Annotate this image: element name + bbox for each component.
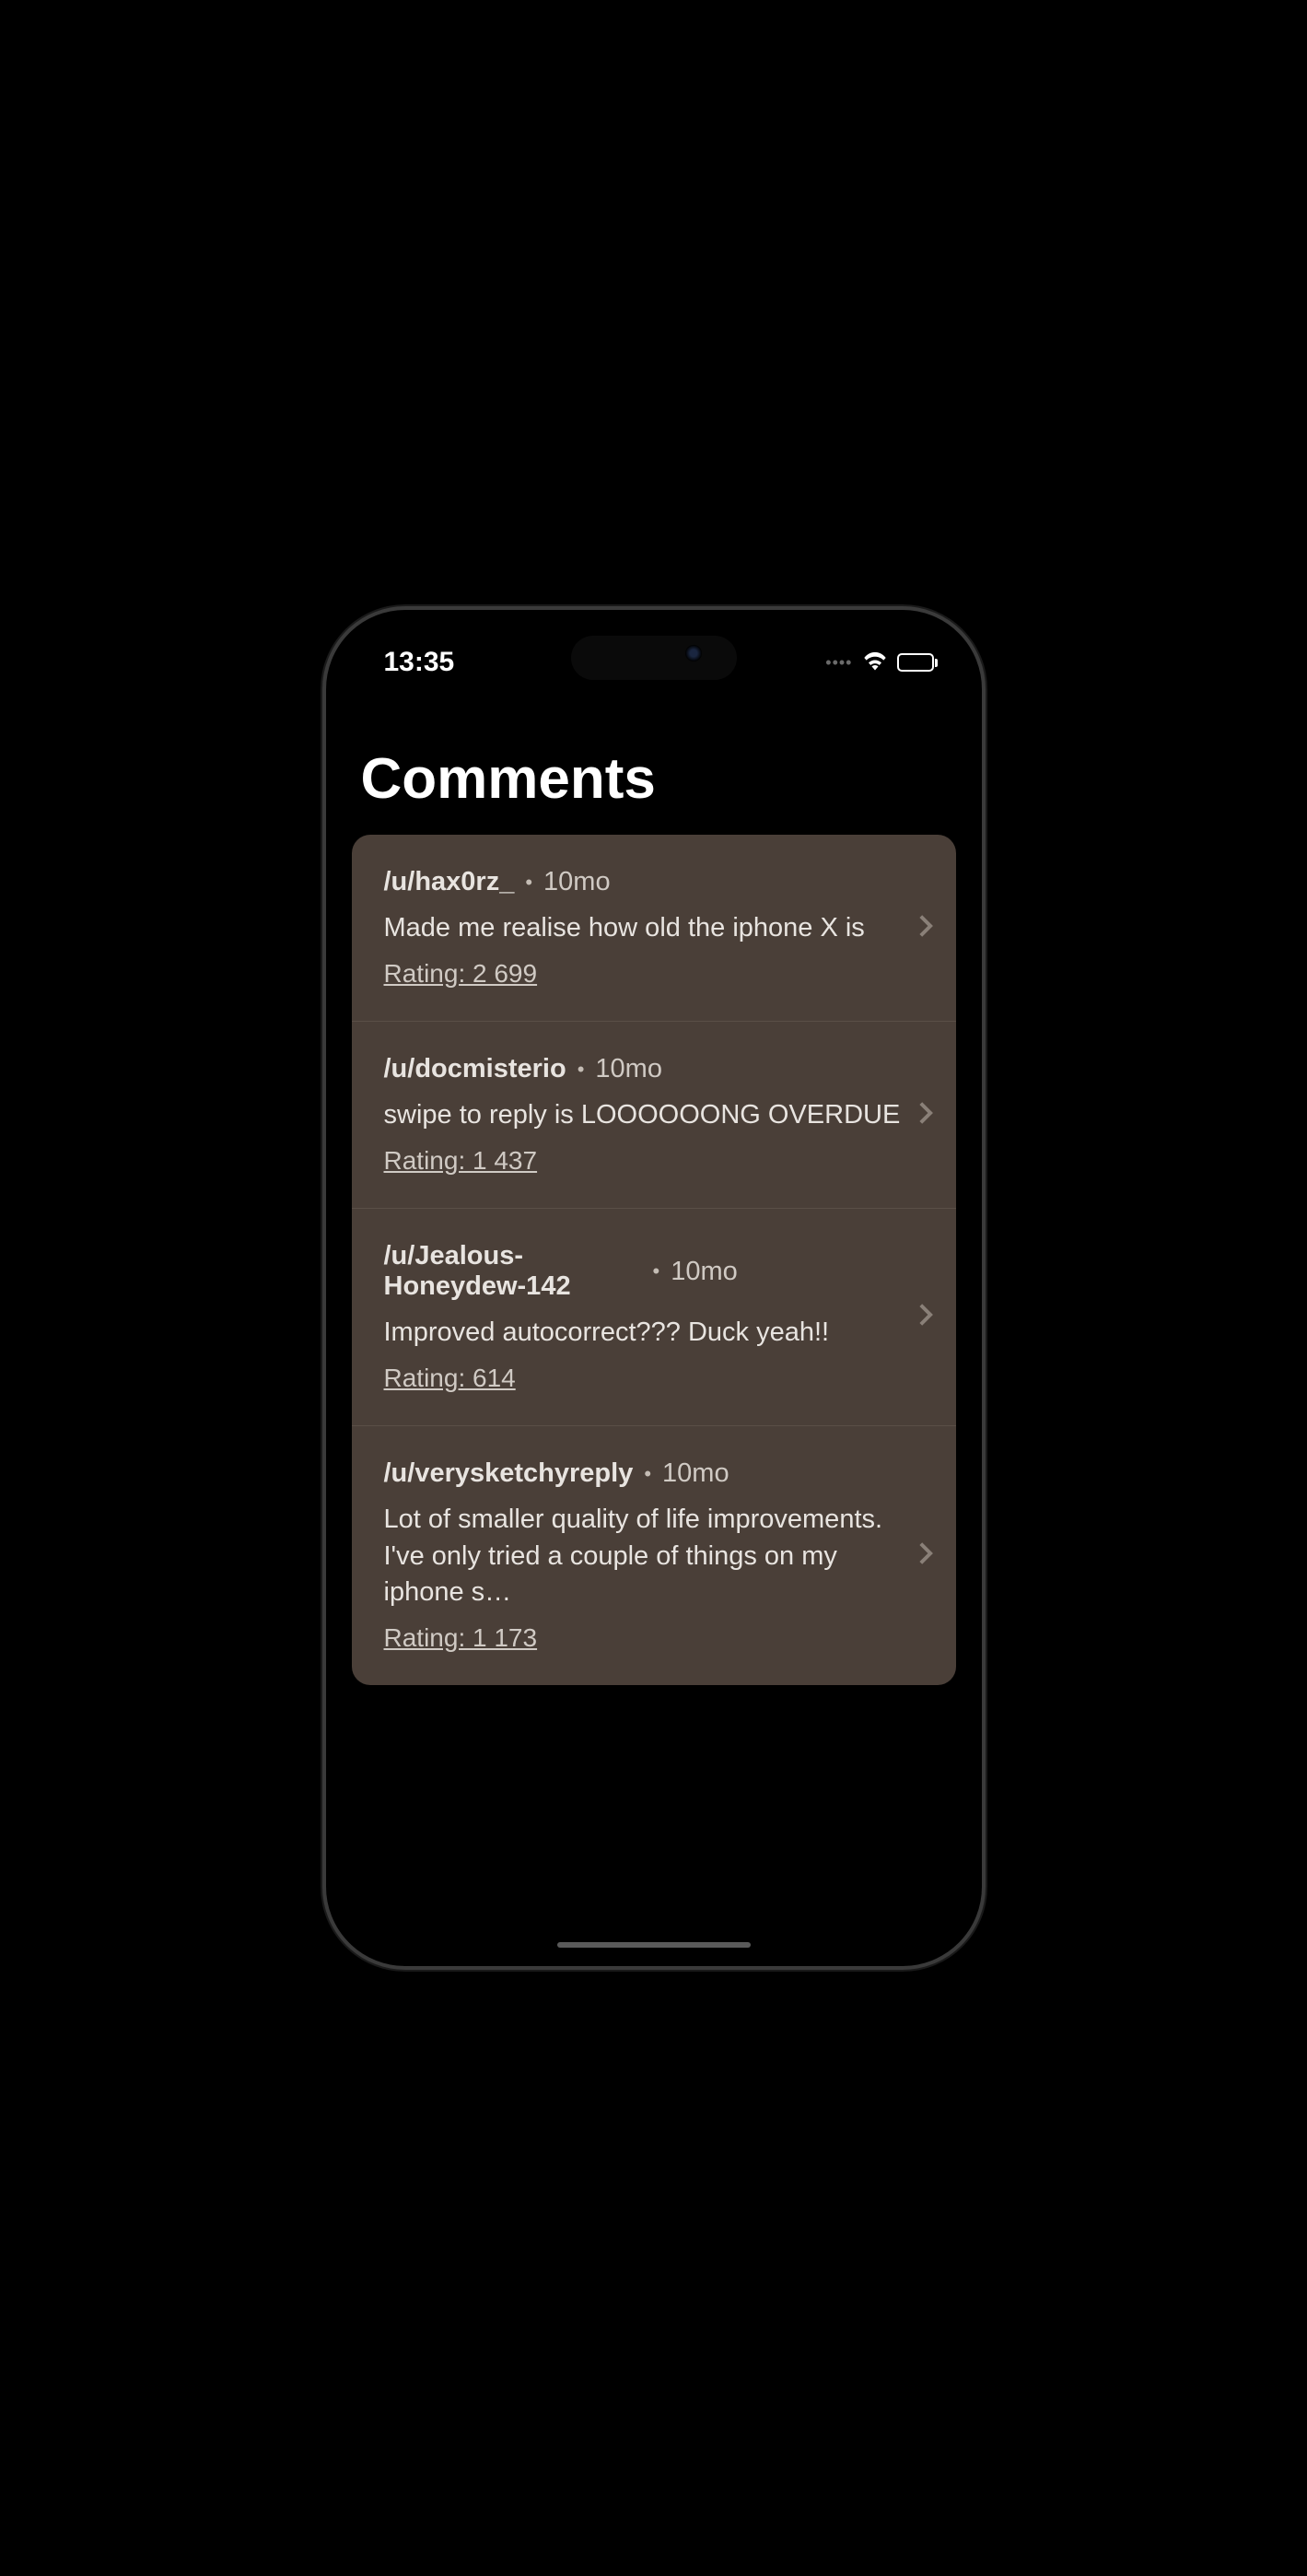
comment-item[interactable]: /u/verysketchyreply • 10mo Lot of smalle… (352, 1426, 956, 1684)
comment-username: /u/hax0rz_ (384, 867, 515, 897)
comment-timestamp: 10mo (595, 1054, 662, 1084)
comment-text: Improved autocorrect??? Duck yeah!! (384, 1315, 904, 1351)
comment-text: swipe to reply is LOOOOOONG OVERDUE (384, 1097, 904, 1133)
power-button (982, 960, 986, 1098)
comment-timestamp: 10mo (543, 867, 611, 897)
chevron-right-icon (918, 1303, 933, 1331)
comment-rating[interactable]: Rating: 614 (384, 1364, 904, 1393)
comment-item[interactable]: /u/hax0rz_ • 10mo Made me realise how ol… (352, 835, 956, 1022)
content-area: Comments /u/hax0rz_ • 10mo Made me reali… (333, 691, 974, 1685)
comment-text: Made me realise how old the iphone X is (384, 910, 904, 946)
comment-username: /u/Jealous-Honeydew-142 (384, 1241, 642, 1302)
home-indicator[interactable] (557, 1942, 751, 1948)
chevron-right-icon (918, 914, 933, 943)
comment-body: /u/hax0rz_ • 10mo Made me realise how ol… (384, 867, 904, 989)
phone-frame: 13:35 •••• Comments (322, 606, 986, 1970)
status-time: 13:35 (384, 647, 455, 678)
comment-text: Lot of smaller quality of life improveme… (384, 1502, 904, 1610)
comment-body: /u/docmisterio • 10mo swipe to reply is … (384, 1054, 904, 1176)
comment-timestamp: 10mo (662, 1458, 729, 1489)
status-indicators: •••• (825, 650, 937, 675)
separator-dot-icon: • (653, 1259, 660, 1283)
comment-rating[interactable]: Rating: 2 699 (384, 959, 904, 989)
comment-header: /u/hax0rz_ • 10mo (384, 867, 904, 897)
comment-username: /u/verysketchyreply (384, 1458, 634, 1489)
comment-item[interactable]: /u/docmisterio • 10mo swipe to reply is … (352, 1022, 956, 1209)
comment-timestamp: 10mo (671, 1257, 738, 1287)
comment-body: /u/Jealous-Honeydew-142 • 10mo Improved … (384, 1241, 904, 1393)
volume-up-button (322, 923, 326, 1015)
cellular-dots-icon: •••• (825, 653, 852, 673)
comment-username: /u/docmisterio (384, 1054, 566, 1084)
volume-down-button (322, 1038, 326, 1130)
separator-dot-icon: • (578, 1058, 585, 1082)
phone-screen: 13:35 •••• Comments (333, 617, 974, 1959)
separator-dot-icon: • (525, 871, 532, 895)
comment-header: /u/verysketchyreply • 10mo (384, 1458, 904, 1489)
comment-header: /u/Jealous-Honeydew-142 • 10mo (384, 1241, 904, 1302)
chevron-right-icon (918, 1541, 933, 1570)
silent-switch (322, 840, 326, 886)
chevron-right-icon (918, 1101, 933, 1130)
wifi-icon (862, 650, 888, 675)
comments-list: /u/hax0rz_ • 10mo Made me realise how ol… (352, 835, 956, 1685)
comment-rating[interactable]: Rating: 1 437 (384, 1146, 904, 1176)
comment-header: /u/docmisterio • 10mo (384, 1054, 904, 1084)
dynamic-island (571, 636, 737, 680)
comment-body: /u/verysketchyreply • 10mo Lot of smalle… (384, 1458, 904, 1652)
separator-dot-icon: • (644, 1462, 651, 1486)
battery-icon (897, 653, 938, 672)
page-title: Comments (352, 746, 956, 812)
comment-rating[interactable]: Rating: 1 173 (384, 1623, 904, 1653)
comment-item[interactable]: /u/Jealous-Honeydew-142 • 10mo Improved … (352, 1209, 956, 1426)
